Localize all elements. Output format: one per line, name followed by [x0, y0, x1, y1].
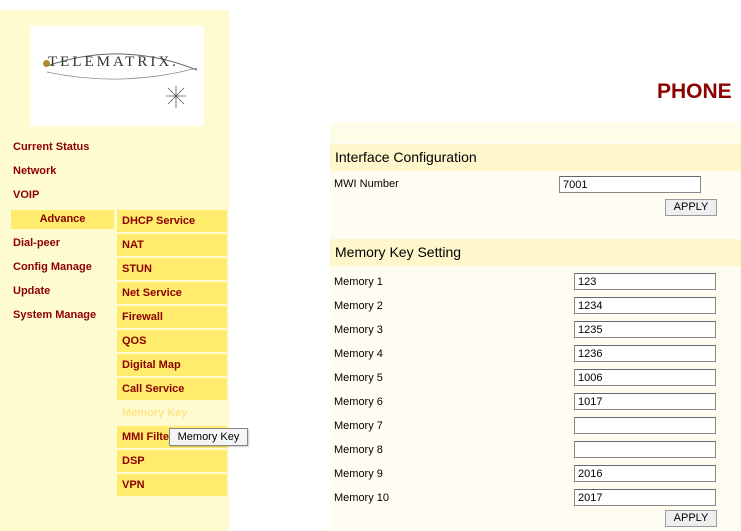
submenu-dhcp-service[interactable]: DHCP Service — [117, 210, 227, 232]
memory-3-input[interactable] — [574, 321, 716, 338]
submenu-digital-map[interactable]: Digital Map — [117, 354, 227, 376]
nav-current-status[interactable]: Current Status — [13, 141, 89, 153]
panel-top-strip — [330, 122, 741, 142]
logo-text: TELEMATRIX. — [48, 54, 179, 70]
memory-5-label: Memory 5 — [334, 372, 383, 384]
submenu-dsp[interactable]: DSP — [117, 450, 227, 472]
memory-6-label: Memory 6 — [334, 396, 383, 408]
memory-9-label: Memory 9 — [334, 468, 383, 480]
nav-system-manage[interactable]: System Manage — [13, 309, 96, 321]
tooltip: Memory Key — [169, 428, 248, 446]
memory-4-input[interactable] — [574, 345, 716, 362]
memory-4-label: Memory 4 — [334, 348, 383, 360]
submenu-net-service[interactable]: Net Service — [117, 282, 227, 304]
submenu-stun[interactable]: STUN — [117, 258, 227, 280]
submenu-vpn[interactable]: VPN — [117, 474, 227, 496]
memory-key-heading: Memory Key Setting — [330, 239, 741, 266]
submenu-nat[interactable]: NAT — [117, 234, 227, 256]
submenu-call-service[interactable]: Call Service — [117, 378, 227, 400]
memory-8-input[interactable] — [574, 441, 716, 458]
logo: TELEMATRIX. — [30, 26, 204, 126]
mwi-number-label: MWI Number — [334, 178, 399, 190]
advance-submenu: DHCP Service NAT STUN Net Service Firewa… — [117, 210, 227, 498]
nav-voip[interactable]: VOIP — [13, 189, 39, 201]
memory-10-label: Memory 10 — [334, 492, 390, 504]
memory-1-input[interactable] — [574, 273, 716, 290]
memory-2-input[interactable] — [574, 297, 716, 314]
memory-8-label: Memory 8 — [334, 444, 383, 456]
memory-1-label: Memory 1 — [334, 276, 383, 288]
memory-3-label: Memory 3 — [334, 324, 383, 336]
mwi-number-input[interactable] — [559, 176, 701, 193]
memory-2-label: Memory 2 — [334, 300, 383, 312]
memory-6-input[interactable] — [574, 393, 716, 410]
page-title: PHONE — [657, 80, 732, 103]
interface-config-heading: Interface Configuration — [330, 144, 741, 171]
nav-network[interactable]: Network — [13, 165, 56, 177]
interface-apply-button[interactable]: APPLY — [665, 199, 717, 216]
submenu-firewall[interactable]: Firewall — [117, 306, 227, 328]
memory-apply-button[interactable]: APPLY — [665, 510, 717, 527]
nav-advance[interactable]: Advance — [11, 210, 114, 229]
memory-7-label: Memory 7 — [334, 420, 383, 432]
memory-10-input[interactable] — [574, 489, 716, 506]
memory-5-input[interactable] — [574, 369, 716, 386]
submenu-qos[interactable]: QOS — [117, 330, 227, 352]
memory-7-input[interactable] — [574, 417, 716, 434]
nav-update[interactable]: Update — [13, 285, 50, 297]
nav-config-manage[interactable]: Config Manage — [13, 261, 92, 273]
logo-star-icon — [166, 86, 186, 108]
submenu-memory-key[interactable]: Memory Key — [117, 402, 227, 424]
nav-dial-peer[interactable]: Dial-peer — [13, 237, 60, 249]
memory-9-input[interactable] — [574, 465, 716, 482]
